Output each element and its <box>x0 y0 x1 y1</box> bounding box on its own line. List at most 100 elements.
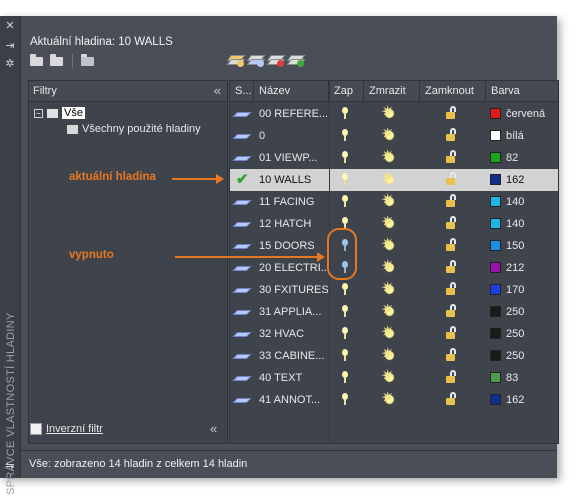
layer-row[interactable]: 11 FACING 140 <box>230 190 558 213</box>
lock-toggle[interactable] <box>420 103 486 125</box>
layer-name[interactable]: 32 HVAC <box>259 323 329 345</box>
freeze-toggle[interactable] <box>364 146 420 169</box>
freeze-toggle[interactable] <box>364 234 420 257</box>
lock-toggle[interactable] <box>420 301 486 323</box>
color-cell[interactable]: 82 <box>486 147 558 169</box>
layer-name[interactable]: 0 <box>259 125 329 147</box>
freeze-toggle[interactable] <box>364 278 420 301</box>
color-cell[interactable]: 212 <box>486 257 558 279</box>
freeze-toggle[interactable] <box>364 124 420 147</box>
layer-name[interactable]: 40 TEXT <box>259 367 329 389</box>
collapse-filters-bottom-icon[interactable]: « <box>210 421 217 436</box>
col-lock-header[interactable]: Zamknout <box>420 81 486 101</box>
delete-layer-icon[interactable] <box>266 54 286 67</box>
lock-toggle[interactable] <box>420 169 486 191</box>
tree-expander-icon[interactable]: − <box>34 108 43 118</box>
lock-toggle[interactable] <box>420 191 486 213</box>
status-cell[interactable] <box>230 345 254 367</box>
status-cell[interactable] <box>230 257 254 279</box>
status-cell[interactable] <box>230 235 254 257</box>
on-toggle[interactable] <box>329 125 364 147</box>
layer-row[interactable]: 0 bílá <box>230 124 558 147</box>
color-cell[interactable]: 250 <box>486 301 558 323</box>
autohide-icon[interactable]: ⇥ <box>4 40 16 52</box>
status-cell[interactable]: ✔ <box>230 169 254 191</box>
layer-row[interactable]: 33 CABINE... 250 <box>230 344 558 367</box>
status-cell[interactable] <box>230 125 254 147</box>
status-cell[interactable] <box>230 301 254 323</box>
properties-gear-icon[interactable]: ✲ <box>4 58 16 70</box>
freeze-toggle[interactable] <box>364 300 420 323</box>
color-cell[interactable]: 170 <box>486 279 558 301</box>
lock-toggle[interactable] <box>420 147 486 169</box>
filter-tree-all[interactable]: − Vše <box>34 105 85 121</box>
color-cell[interactable]: 83 <box>486 367 558 389</box>
status-cell[interactable] <box>230 389 254 411</box>
status-cell[interactable] <box>230 191 254 213</box>
layer-row[interactable]: 41 ANNOT... 162 <box>230 388 558 411</box>
on-toggle[interactable] <box>329 345 364 367</box>
invert-filter-checkbox[interactable]: Inverzní filtr <box>30 421 103 437</box>
lock-toggle[interactable] <box>420 367 486 389</box>
new-layer-icon[interactable] <box>226 54 246 67</box>
checkbox-icon[interactable] <box>30 423 42 436</box>
layer-name[interactable]: 11 FACING <box>259 191 329 213</box>
layer-row[interactable]: 15 DOORS150 <box>230 234 558 257</box>
on-toggle[interactable] <box>329 367 364 389</box>
col-on-header[interactable]: Zap <box>329 81 364 101</box>
layer-name[interactable]: 10 WALLS <box>259 169 329 191</box>
on-toggle[interactable] <box>329 301 364 323</box>
palette-grip-icon[interactable]: ⇋ <box>4 460 16 472</box>
lock-toggle[interactable] <box>420 345 486 367</box>
filter-tree-used[interactable]: Všechny použité hladiny <box>67 121 201 137</box>
lock-toggle[interactable] <box>420 125 486 147</box>
new-group-filter-icon[interactable] <box>50 54 64 66</box>
lock-toggle[interactable] <box>420 257 486 279</box>
on-toggle[interactable] <box>329 323 364 345</box>
lock-toggle[interactable] <box>420 323 486 345</box>
freeze-toggle[interactable] <box>364 212 420 235</box>
freeze-toggle[interactable] <box>364 256 420 279</box>
layer-name[interactable]: 30 FXITURES <box>259 279 329 301</box>
color-cell[interactable]: 150 <box>486 235 558 257</box>
color-cell[interactable]: 140 <box>486 213 558 235</box>
layer-name[interactable]: 41 ANNOT... <box>259 389 329 411</box>
freeze-toggle[interactable] <box>364 366 420 389</box>
collapse-filters-icon[interactable]: « <box>214 81 221 101</box>
status-cell[interactable] <box>230 103 254 125</box>
layer-name[interactable]: 12 HATCH <box>259 213 329 235</box>
color-cell[interactable]: 162 <box>486 389 558 411</box>
lock-toggle[interactable] <box>420 213 486 235</box>
on-toggle[interactable] <box>329 389 364 411</box>
status-cell[interactable] <box>230 279 254 301</box>
col-freeze-header[interactable]: Zmrazit <box>364 81 420 101</box>
color-cell[interactable]: 250 <box>486 345 558 367</box>
layer-row[interactable]: 30 FXITURES 170 <box>230 278 558 301</box>
on-toggle[interactable] <box>329 279 364 301</box>
layer-row[interactable]: 40 TEXT 83 <box>230 366 558 389</box>
status-cell[interactable] <box>230 147 254 169</box>
lock-toggle[interactable] <box>420 235 486 257</box>
layer-row[interactable]: 32 HVAC 250 <box>230 322 558 345</box>
layer-row[interactable]: ✔ 10 WALLS 162 <box>230 168 558 191</box>
on-toggle[interactable] <box>329 191 364 213</box>
lock-toggle[interactable] <box>420 389 486 411</box>
layer-row[interactable]: 31 APPLIA... 250 <box>230 300 558 323</box>
on-toggle[interactable] <box>329 169 364 191</box>
layer-name[interactable]: 31 APPLIA... <box>259 301 329 323</box>
set-current-icon[interactable] <box>286 54 306 67</box>
status-cell[interactable] <box>230 323 254 345</box>
status-cell[interactable] <box>230 213 254 235</box>
freeze-toggle[interactable] <box>364 344 420 367</box>
layer-row[interactable]: 00 REFERE... červená <box>230 102 558 125</box>
layer-row[interactable]: 20 ELECTRI...212 <box>230 256 558 279</box>
close-icon[interactable]: ✕ <box>4 20 16 32</box>
layer-row[interactable]: 01 VIEWP... 82 <box>230 146 558 169</box>
on-toggle[interactable] <box>329 103 364 125</box>
color-cell[interactable]: červená <box>486 103 558 125</box>
col-status-header[interactable]: S... <box>230 81 254 101</box>
color-cell[interactable]: 162 <box>486 169 558 191</box>
col-name-header[interactable]: Název <box>254 81 329 101</box>
freeze-toggle[interactable] <box>364 168 420 191</box>
color-cell[interactable]: 140 <box>486 191 558 213</box>
